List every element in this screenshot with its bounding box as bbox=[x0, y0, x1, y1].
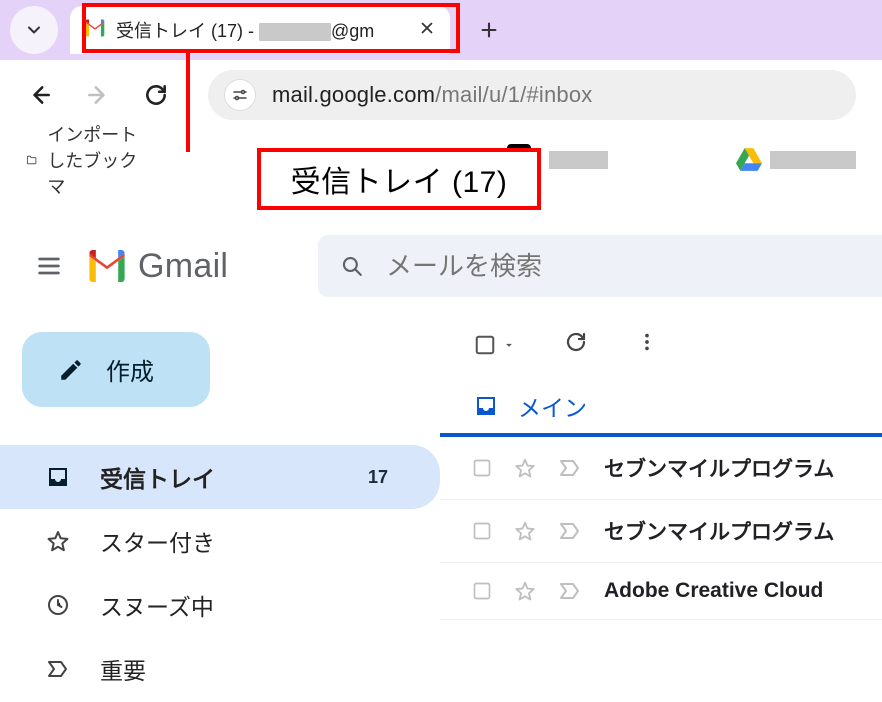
mail-row[interactable]: セブンマイルプログラム bbox=[440, 500, 882, 563]
reload-icon bbox=[143, 82, 169, 108]
checkbox-icon[interactable] bbox=[472, 458, 492, 478]
checkbox-icon[interactable] bbox=[472, 521, 492, 541]
reload-button[interactable] bbox=[142, 81, 170, 109]
active-tab-indicator bbox=[440, 433, 882, 437]
forward-button[interactable] bbox=[84, 81, 112, 109]
more-vert-icon bbox=[636, 331, 658, 353]
annotation-callout: 受信トレイ (17) bbox=[257, 148, 541, 210]
reload-icon bbox=[564, 330, 588, 354]
important-icon[interactable] bbox=[558, 456, 582, 480]
refresh-button[interactable] bbox=[564, 330, 588, 359]
sidebar-item-label: スヌーズ中 bbox=[100, 588, 214, 622]
mail-sender: Adobe Creative Cloud bbox=[604, 579, 823, 603]
search-icon bbox=[340, 253, 364, 279]
select-all-checkbox[interactable] bbox=[474, 334, 516, 356]
sidebar-item-starred[interactable]: スター付き bbox=[0, 509, 440, 573]
arrow-right-icon bbox=[85, 82, 111, 108]
bookmark-item[interactable] bbox=[736, 148, 856, 172]
star-icon[interactable] bbox=[514, 520, 536, 542]
gmail-icon bbox=[86, 250, 128, 282]
gmail-logo[interactable]: Gmail bbox=[86, 247, 228, 286]
redacted-text bbox=[770, 151, 856, 169]
arrow-left-icon bbox=[27, 82, 53, 108]
search-input[interactable] bbox=[386, 251, 860, 282]
inbox-icon bbox=[474, 394, 498, 418]
tab-label: メイン bbox=[518, 389, 587, 423]
mail-row[interactable]: セブンマイルプログラム bbox=[440, 437, 882, 500]
sidebar-item-label: 重要 bbox=[100, 652, 146, 686]
sidebar-item-inbox[interactable]: 受信トレイ 17 bbox=[0, 445, 440, 509]
star-icon bbox=[46, 529, 70, 553]
clock-icon bbox=[46, 593, 70, 617]
compose-label: 作成 bbox=[106, 352, 154, 387]
inbox-count: 17 bbox=[368, 467, 388, 488]
important-icon bbox=[46, 657, 70, 681]
sidebar-item-label: スター付き bbox=[100, 524, 215, 558]
new-tab-button[interactable] bbox=[472, 13, 506, 47]
annotation-connector bbox=[186, 50, 190, 152]
url-text: mail.google.com/mail/u/1/#inbox bbox=[272, 82, 592, 108]
more-button[interactable] bbox=[636, 331, 658, 358]
drive-icon bbox=[736, 148, 762, 172]
inbox-icon bbox=[46, 465, 70, 489]
compose-button[interactable]: 作成 bbox=[22, 332, 210, 407]
checkbox-icon bbox=[474, 334, 496, 356]
important-icon[interactable] bbox=[558, 519, 582, 543]
mail-sender: セブンマイルプログラム bbox=[604, 516, 834, 546]
tab-overflow-button[interactable] bbox=[10, 6, 58, 54]
site-settings-button[interactable] bbox=[224, 79, 256, 111]
sidebar-item-label: 受信トレイ bbox=[100, 460, 215, 494]
gmail-brand-text: Gmail bbox=[138, 247, 228, 286]
omnibox[interactable]: mail.google.com/mail/u/1/#inbox bbox=[208, 70, 856, 120]
search-bar[interactable] bbox=[318, 235, 882, 297]
pencil-icon bbox=[58, 357, 84, 383]
annotation-text: 受信トレイ (17) bbox=[291, 157, 508, 201]
star-icon[interactable] bbox=[514, 580, 536, 602]
important-icon[interactable] bbox=[558, 579, 582, 603]
tune-icon bbox=[231, 86, 249, 104]
plus-icon bbox=[478, 19, 500, 41]
sidebar-item-snoozed[interactable]: スヌーズ中 bbox=[0, 573, 440, 637]
chevron-down-icon bbox=[24, 20, 44, 40]
hamburger-icon bbox=[35, 252, 63, 280]
mail-row[interactable]: Adobe Creative Cloud bbox=[440, 563, 882, 620]
folder-icon bbox=[26, 151, 37, 169]
bookmark-folder[interactable]: インポートしたブックマ bbox=[26, 121, 149, 199]
category-tab-primary[interactable]: メイン bbox=[440, 375, 621, 436]
bookmark-label: インポートしたブックマ bbox=[47, 121, 149, 199]
main-menu-button[interactable] bbox=[26, 243, 72, 289]
checkbox-icon[interactable] bbox=[472, 581, 492, 601]
redacted-text bbox=[549, 151, 608, 169]
back-button[interactable] bbox=[26, 81, 54, 109]
annotation-box-tab bbox=[82, 3, 460, 53]
star-icon[interactable] bbox=[514, 457, 536, 479]
mail-sender: セブンマイルプログラム bbox=[604, 453, 834, 483]
sidebar-item-important[interactable]: 重要 bbox=[0, 637, 440, 701]
caret-down-icon bbox=[502, 338, 516, 352]
